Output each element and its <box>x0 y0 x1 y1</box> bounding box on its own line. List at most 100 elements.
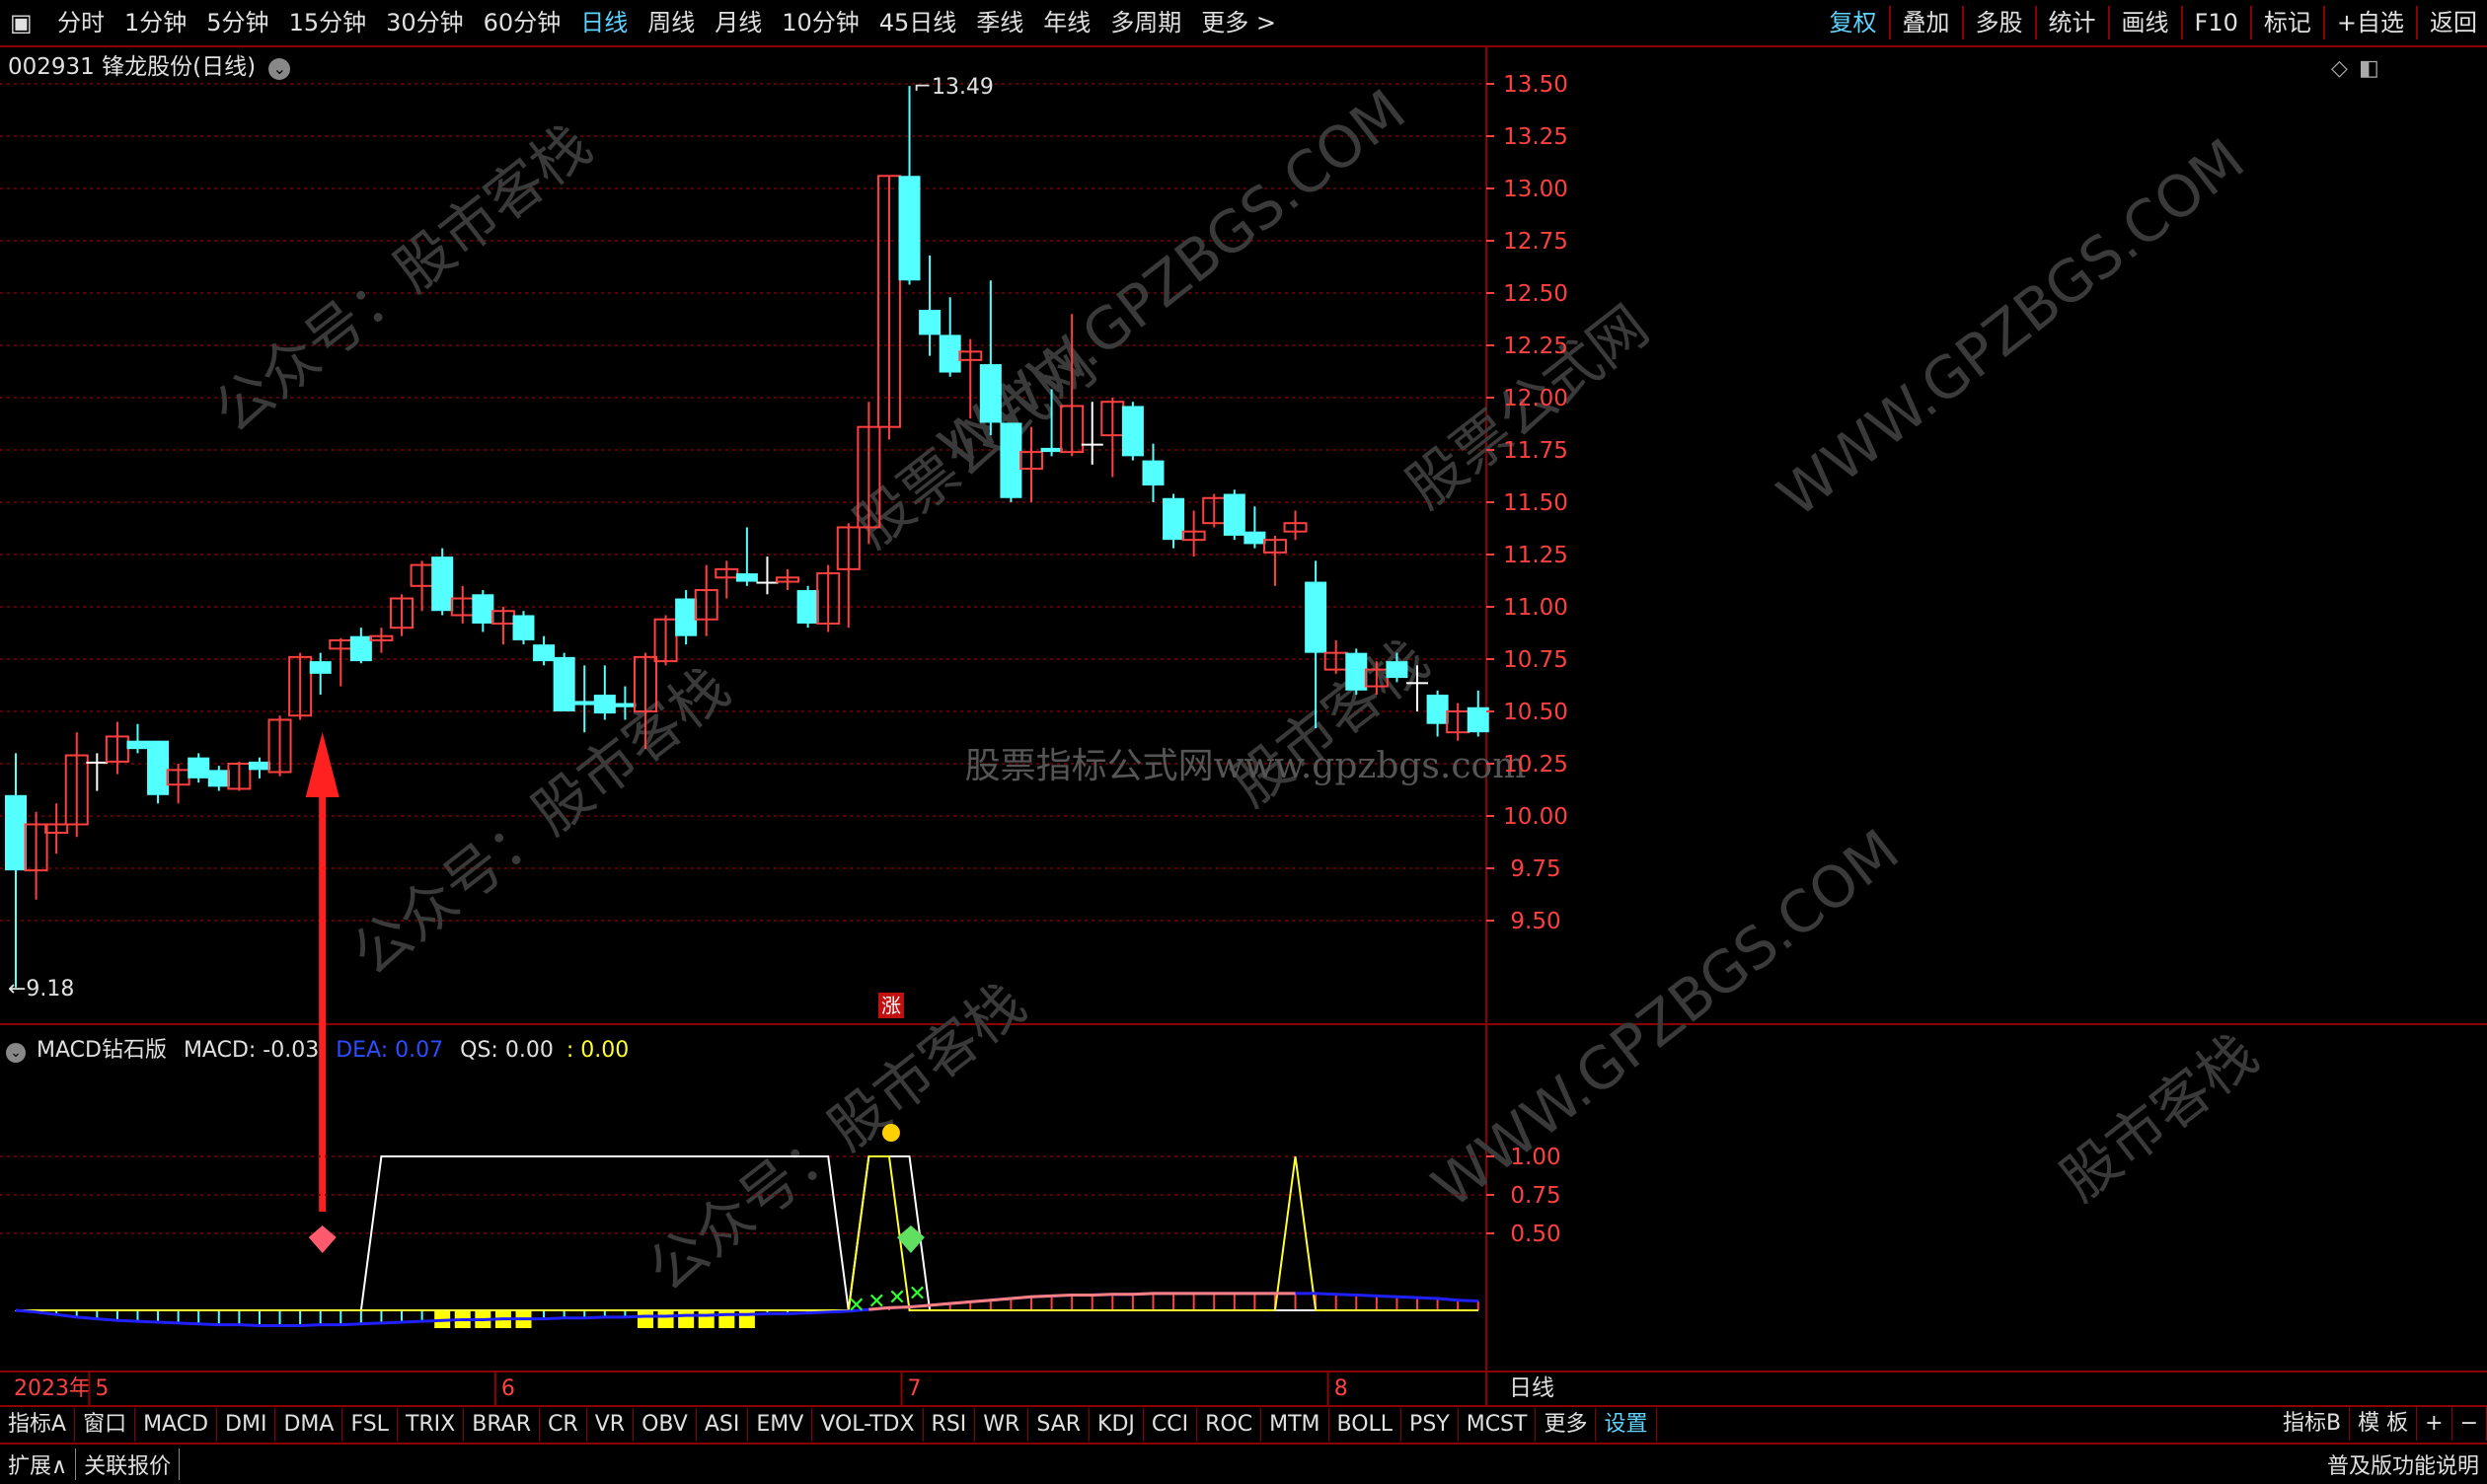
tool-button-4[interactable]: 画线 <box>2112 0 2179 45</box>
related-quote-button[interactable]: 关联报价 <box>76 1448 181 1480</box>
green-cross-icon: ✕ <box>848 1294 866 1318</box>
candle-13 <box>267 715 292 777</box>
indicator-tab-6[interactable]: CR <box>540 1408 587 1442</box>
tool-button-3[interactable]: 统计 <box>2039 0 2106 45</box>
watermark-text: WWW.GPZBGS.COM <box>1766 125 2257 530</box>
candle-5 <box>105 721 129 775</box>
settings-tab[interactable]: 设置 <box>1596 1408 1657 1442</box>
window-tab[interactable]: 窗口 <box>75 1408 136 1442</box>
indicator-tabs-right: 指标B 模 板 + − <box>2275 1407 2487 1441</box>
candle-body <box>533 644 556 662</box>
period-tab-8[interactable]: 月线 <box>705 0 772 45</box>
indicator-tab-16[interactable]: CCI <box>1144 1408 1198 1442</box>
watermark-text: 公众号：股市客栈 <box>201 111 604 446</box>
indicator-tab-5[interactable]: BRAR <box>464 1408 541 1442</box>
panel-toggle-icon[interactable]: ▣ <box>0 0 47 45</box>
watermark-text: 股市客栈 <box>2048 1020 2270 1214</box>
price-label: 12.25 <box>1503 334 1568 359</box>
period-tab-10[interactable]: 45日线 <box>869 0 967 45</box>
candle-45 <box>919 255 942 356</box>
indicator-b-tab[interactable]: 指标B <box>2275 1407 2351 1441</box>
period-tab-14[interactable]: 更多 > <box>1191 0 1286 45</box>
period-tab-12[interactable]: 年线 <box>1033 0 1100 45</box>
period-tab-4[interactable]: 30分钟 <box>376 0 474 45</box>
zoom-out-button[interactable]: − <box>2452 1407 2487 1441</box>
tool-separator <box>2416 6 2418 39</box>
indicator-tab-18[interactable]: MTM <box>1261 1408 1329 1442</box>
candle-43 <box>876 175 901 440</box>
signal-block <box>657 1310 674 1328</box>
feature-info-button[interactable]: 普及版功能说明 <box>2319 1448 2487 1480</box>
tool-separator <box>1888 6 1891 39</box>
indicator-tab-10[interactable]: EMV <box>748 1408 813 1442</box>
indicator-tab-7[interactable]: VR <box>587 1408 635 1442</box>
indicator-tab-20[interactable]: PSY <box>1401 1408 1459 1442</box>
price-axis: 13.50 13.25 13.00 12.75 12.50 12.25 12.00 11.75… <box>1486 72 1568 934</box>
candle-body <box>919 309 942 335</box>
indicator-tab-3[interactable]: FSL <box>342 1408 398 1442</box>
zhang-badge-text: 涨 <box>881 994 901 1017</box>
kline-chart[interactable]: 公众号：股市客栈 WWW.GPZBGS.COM股票公式网公众号：股市客栈 股市客栈W… <box>0 47 2487 1405</box>
period-tab-3[interactable]: 15分钟 <box>279 0 377 45</box>
indicator-tab-19[interactable]: BOLL <box>1329 1408 1402 1442</box>
indicator-tab-2[interactable]: DMA <box>275 1408 343 1442</box>
indicator-tab-1[interactable]: DMI <box>217 1408 276 1442</box>
candle-body <box>1000 422 1022 498</box>
period-tab-0[interactable]: 分时 <box>47 0 114 45</box>
tool-button-2[interactable]: 多股 <box>1966 0 2033 45</box>
tool-button-7[interactable]: +自选 <box>2327 0 2414 45</box>
candle-10 <box>207 766 230 791</box>
candle-22 <box>450 585 475 624</box>
indicator-tab-21[interactable]: MCST <box>1459 1408 1537 1442</box>
candle-56 <box>1142 443 1165 502</box>
candle-6 <box>126 723 149 754</box>
candle-body <box>86 761 109 764</box>
tool-button-0[interactable]: 复权 <box>1820 0 1887 45</box>
period-tab-7[interactable]: 周线 <box>638 0 705 45</box>
candle-body <box>1305 581 1327 653</box>
candle-34 <box>694 564 718 636</box>
candle-61 <box>1244 506 1266 549</box>
indicator-tab-17[interactable]: ROC <box>1197 1408 1262 1442</box>
period-tab-13[interactable]: 多周期 <box>1100 0 1191 45</box>
template-tab[interactable]: 模 板 <box>2350 1407 2418 1441</box>
tool-button-6[interactable]: 标记 <box>2254 0 2321 45</box>
period-tab-5[interactable]: 60分钟 <box>474 0 571 45</box>
expand-button[interactable]: 扩展∧ <box>0 1448 77 1480</box>
more-indicators-tab[interactable]: 更多 <box>1536 1408 1597 1442</box>
period-tab-1[interactable]: 1分钟 <box>114 0 196 45</box>
indicator-tab-14[interactable]: SAR <box>1028 1408 1091 1442</box>
watermarks: 公众号：股市客栈 WWW.GPZBGS.COM股票公式网公众号：股市客栈 股市客栈W… <box>201 76 2270 1304</box>
zoom-in-button[interactable]: + <box>2417 1407 2452 1441</box>
month-label: 7 <box>908 1376 922 1401</box>
red-arrow-head <box>305 732 339 797</box>
candle-0 <box>5 753 27 988</box>
candle-21 <box>431 548 454 616</box>
right-tools: 复权 叠加 多股 统计 画线 F10 标记 +自选 返回 <box>1820 0 2487 45</box>
indicator-tab-13[interactable]: WR <box>975 1408 1029 1442</box>
period-tab-2[interactable]: 5分钟 <box>196 0 278 45</box>
price-label: 13.50 <box>1503 72 1568 98</box>
tool-button-1[interactable]: 叠加 <box>1893 0 1960 45</box>
indicator-tab-12[interactable]: RSI <box>924 1408 976 1442</box>
tool-button-5[interactable]: F10 <box>2185 0 2248 45</box>
indicator-tab-9[interactable]: ASI <box>697 1408 749 1442</box>
period-tab-9[interactable]: 10分钟 <box>772 0 869 45</box>
price-label: 10.25 <box>1503 752 1568 778</box>
candle-23 <box>472 590 494 632</box>
indicator-tab-15[interactable]: KDJ <box>1090 1408 1144 1442</box>
period-tab-6[interactable]: 日线 <box>570 0 638 45</box>
indicator-tab-8[interactable]: OBV <box>634 1408 697 1442</box>
price-label: 12.75 <box>1503 229 1568 255</box>
indicator-tab-4[interactable]: TRIX <box>398 1408 465 1442</box>
indicator-a-tab[interactable]: 指标A <box>0 1408 76 1442</box>
period-tab-11[interactable]: 季线 <box>966 0 1033 45</box>
indicator-tab-0[interactable]: MACD <box>135 1408 218 1442</box>
status-bar: 扩展∧ 关联报价 普及版功能说明 <box>0 1443 2487 1484</box>
price-label: 13.25 <box>1503 124 1568 150</box>
candle-body <box>472 594 494 624</box>
candle-59 <box>1202 493 1227 528</box>
tool-button-8[interactable]: 返回 <box>2420 0 2487 45</box>
price-label: 10.50 <box>1503 700 1568 725</box>
indicator-tab-11[interactable]: VOL-TDX <box>812 1408 924 1442</box>
